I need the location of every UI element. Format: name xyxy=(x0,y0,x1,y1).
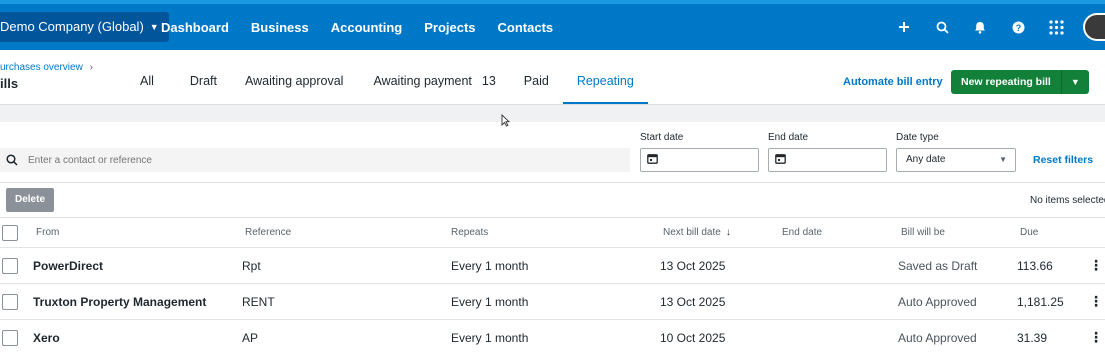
organisation-name: Demo Company (Global) xyxy=(0,19,144,34)
user-avatar[interactable] xyxy=(1083,13,1105,41)
column-header-due[interactable]: Due xyxy=(1020,218,1038,247)
cell-reference: Rpt xyxy=(242,258,261,273)
nav-dashboard[interactable]: Dashboard xyxy=(161,20,229,35)
help-icon[interactable]: ? xyxy=(999,21,1037,34)
tab-label: Draft xyxy=(189,74,217,88)
cell-next-bill-date: 13 Oct 2025 xyxy=(660,294,726,309)
row-checkbox[interactable] xyxy=(2,330,18,346)
cell-repeats: Every 1 month xyxy=(451,330,529,345)
tab-awaiting-payment[interactable]: Awaiting payment 13 xyxy=(357,60,509,104)
cell-reference: RENT xyxy=(242,294,275,309)
cell-from[interactable]: Truxton Property Management xyxy=(33,284,206,319)
select-all-checkbox[interactable] xyxy=(2,225,18,241)
new-repeating-bill-split-button: New repeating bill ▼ xyxy=(951,70,1089,94)
date-type-value: Any date xyxy=(906,154,946,165)
column-header-reference[interactable]: Reference xyxy=(245,218,291,247)
cell-due: 31.39 xyxy=(1017,330,1048,345)
table-header-row: From Reference Repeats Next bill date ↓ … xyxy=(0,218,1105,248)
column-header-bill-will-be[interactable]: Bill will be xyxy=(901,218,945,247)
column-header-end-date[interactable]: End date xyxy=(782,218,822,247)
nav-business[interactable]: Business xyxy=(251,20,309,35)
section-divider xyxy=(0,104,1105,122)
end-date-label: End date xyxy=(768,132,809,143)
main-nav: Dashboard Business Accounting Projects C… xyxy=(161,4,575,50)
cell-from[interactable]: PowerDirect xyxy=(33,248,103,283)
row-checkbox[interactable] xyxy=(2,258,18,274)
calendar-icon xyxy=(647,151,658,169)
caret-down-icon: ▼ xyxy=(999,155,1007,164)
nav-accounting[interactable]: Accounting xyxy=(331,20,403,35)
bulk-action-bar: Delete No items selected xyxy=(0,182,1105,218)
sort-down-arrow-icon: ↓ xyxy=(725,227,731,238)
breadcrumb-purchases-overview[interactable]: urchases overview xyxy=(0,62,83,73)
tab-draft[interactable]: Draft xyxy=(168,60,231,104)
cell-next-bill-date: 10 Oct 2025 xyxy=(660,330,726,345)
svg-text:?: ? xyxy=(1015,23,1021,33)
cell-bill-will-be: Auto Approved xyxy=(898,330,977,345)
start-date-label: Start date xyxy=(640,132,684,143)
tab-label: All xyxy=(140,74,154,88)
cell-bill-will-be: Auto Approved xyxy=(898,294,977,309)
tab-repeating[interactable]: Repeating xyxy=(562,60,648,104)
cell-bill-will-be: Saved as Draft xyxy=(898,258,978,273)
cell-from[interactable]: Xero xyxy=(33,320,60,354)
cell-next-bill-date: 13 Oct 2025 xyxy=(660,258,726,273)
column-header-next-bill-date[interactable]: Next bill date ↓ xyxy=(663,218,731,247)
date-type-select[interactable]: Any date ▼ xyxy=(896,148,1016,172)
row-more-options-icon[interactable]: ⋮ xyxy=(1089,284,1103,319)
row-more-options-icon[interactable]: ⋮ xyxy=(1089,320,1103,354)
breadcrumb[interactable]: urchases overview › xyxy=(0,62,93,73)
table-row[interactable]: PowerDirect Rpt Every 1 month 13 Oct 202… xyxy=(0,248,1105,284)
date-type-label: Date type xyxy=(896,132,939,143)
cell-reference: AP xyxy=(242,330,259,345)
organisation-switcher[interactable]: Demo Company (Global) ▼ xyxy=(0,12,169,42)
cell-due: 113.66 xyxy=(1017,258,1053,273)
tab-label: Repeating xyxy=(576,74,634,88)
search-field[interactable] xyxy=(0,148,630,172)
nav-projects[interactable]: Projects xyxy=(424,20,475,35)
bell-icon[interactable] xyxy=(961,21,999,34)
automate-bill-entry-link[interactable]: Automate bill entry xyxy=(843,76,943,88)
column-header-repeats[interactable]: Repeats xyxy=(451,218,488,247)
caret-down-icon: ▼ xyxy=(149,22,159,32)
tab-count: 13 xyxy=(481,74,496,88)
table-row[interactable]: Truxton Property Management RENT Every 1… xyxy=(0,284,1105,320)
mouse-pointer-icon xyxy=(501,113,511,132)
selection-status: No items selected xyxy=(1030,195,1105,206)
new-repeating-bill-button[interactable]: New repeating bill xyxy=(951,70,1061,94)
repeating-bills-table: From Reference Repeats Next bill date ↓ … xyxy=(0,218,1105,354)
apps-grid-icon[interactable] xyxy=(1037,19,1075,35)
reset-filters-link[interactable]: Reset filters xyxy=(1033,154,1093,166)
search-icon[interactable] xyxy=(923,21,961,34)
delete-button[interactable]: Delete xyxy=(6,188,54,212)
nav-icon-group: ? xyxy=(885,4,1105,50)
start-date-field[interactable] xyxy=(640,148,759,172)
bill-status-tabs: All Draft Awaiting approval Awaiting pay… xyxy=(126,60,648,104)
chevron-down-icon[interactable]: ▼ xyxy=(1060,70,1089,94)
tab-label: Awaiting approval xyxy=(245,74,344,88)
tab-label: Awaiting payment xyxy=(373,74,472,88)
tab-awaiting-approval[interactable]: Awaiting approval xyxy=(231,60,357,104)
calendar-icon xyxy=(775,151,786,169)
tab-label: Paid xyxy=(523,74,549,88)
tab-all[interactable]: All xyxy=(126,60,168,104)
search-input[interactable] xyxy=(28,154,608,166)
breadcrumb-chevron-icon: › xyxy=(89,62,93,73)
column-header-label: Next bill date xyxy=(663,227,721,238)
search-icon xyxy=(0,154,24,166)
cell-repeats: Every 1 month xyxy=(451,294,529,309)
top-nav-bar: Demo Company (Global) ▼ Dashboard Busine… xyxy=(0,0,1105,50)
column-header-from[interactable]: From xyxy=(36,218,59,247)
nav-contacts[interactable]: Contacts xyxy=(498,20,554,35)
row-checkbox[interactable] xyxy=(2,294,18,310)
page-title: ills xyxy=(0,76,19,91)
cell-due: 1,181.25 xyxy=(1017,294,1064,309)
cell-repeats: Every 1 month xyxy=(451,258,529,273)
row-more-options-icon[interactable]: ⋮ xyxy=(1089,248,1103,283)
plus-icon[interactable] xyxy=(885,21,923,33)
tab-paid[interactable]: Paid xyxy=(510,60,563,104)
table-row[interactable]: Xero AP Every 1 month 10 Oct 2025 Auto A… xyxy=(0,320,1105,354)
end-date-field[interactable] xyxy=(768,148,887,172)
